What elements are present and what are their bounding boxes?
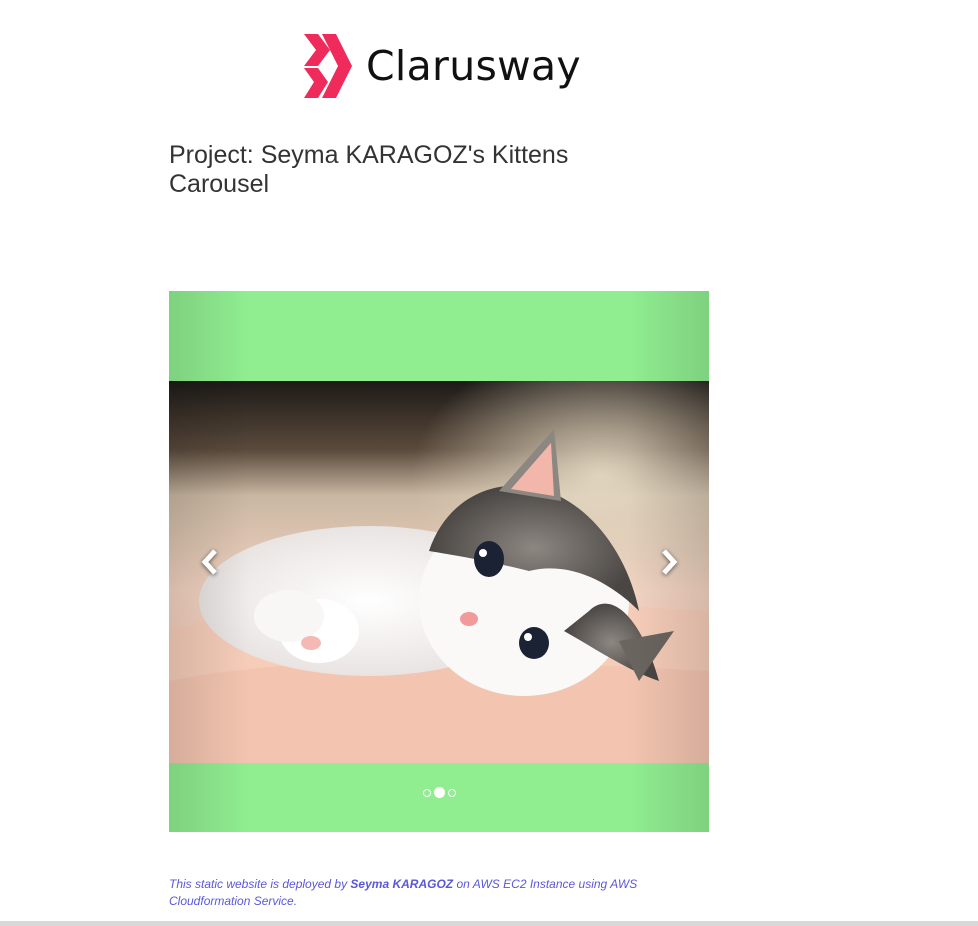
carousel-indicator-1[interactable] [422, 788, 431, 797]
chevron-left-icon [201, 548, 217, 575]
chevron-right-icon [661, 548, 677, 575]
deployment-note: This static website is deployed by Seyma… [169, 876, 689, 910]
brand-logo[interactable]: Clarusway [304, 34, 581, 98]
carousel-indicator-2[interactable] [433, 787, 445, 798]
horizontal-scrollbar[interactable] [0, 921, 978, 926]
deployment-note-prefix: This static website is deployed by [169, 877, 351, 891]
kittens-carousel [169, 291, 709, 832]
carousel-indicator-3[interactable] [447, 788, 456, 797]
clarusway-logo-icon [304, 34, 352, 98]
brand-name: Clarusway [366, 42, 581, 90]
page: Clarusway Project: Seyma KARAGOZ's Kitte… [0, 0, 978, 926]
carousel-indicators [169, 787, 709, 798]
author-name: Seyma KARAGOZ [350, 877, 454, 891]
carousel-next-button[interactable] [628, 291, 709, 832]
carousel-prev-button[interactable] [169, 291, 250, 832]
page-title: Project: Seyma KARAGOZ's Kittens Carouse… [169, 141, 569, 198]
